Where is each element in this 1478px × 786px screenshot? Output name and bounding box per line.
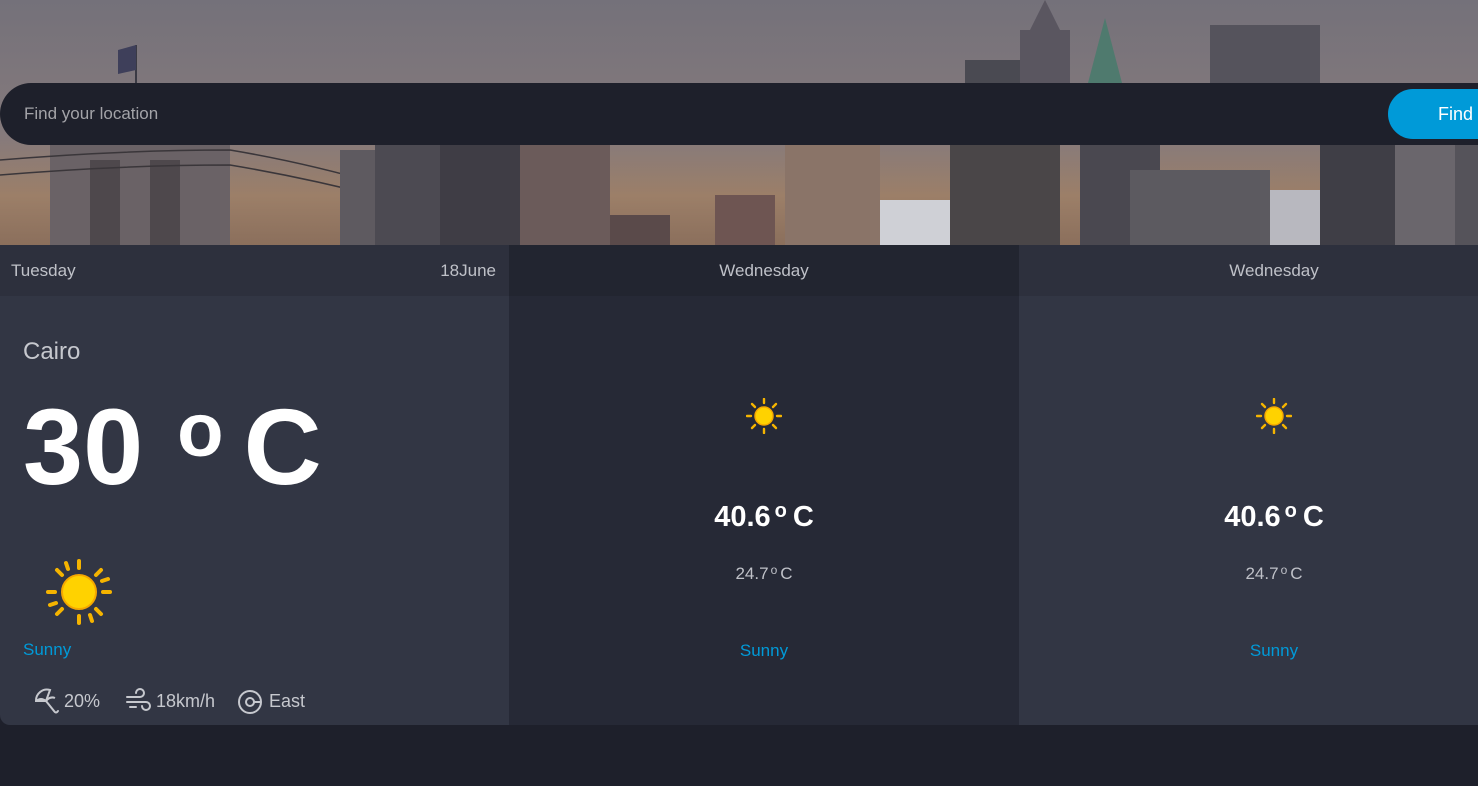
current-temperature: 30 o C — [23, 393, 322, 501]
current-temp-degree: o — [177, 388, 224, 473]
forecast-card: Wednesday 40.6 o C 24.7 o C Sunny — [1019, 245, 1478, 725]
min-temp-value: 24.7 — [1245, 564, 1279, 583]
forecast-max-temp: 40.6 o C — [1019, 500, 1478, 534]
current-temp-unit: C — [243, 386, 322, 507]
today-date: 18June — [440, 261, 496, 280]
min-temp-unit: C — [780, 564, 793, 583]
today-card: Tuesday 18June Cairo 30 o C Sunny 20% 18… — [0, 245, 509, 725]
forecast-day: Wednesday — [1229, 261, 1319, 280]
today-card-header: Tuesday 18June — [0, 245, 509, 296]
current-temp-value: 30 — [23, 386, 144, 507]
wind-speed-value: 18km/h — [156, 691, 216, 711]
umbrella-icon — [34, 688, 59, 714]
forecast-card: Wednesday 40.6 o C 24.7 o C Sunny — [509, 245, 1019, 725]
forecast-min-temp: 24.7 o C — [509, 563, 1019, 584]
today-day: Tuesday — [11, 261, 76, 280]
today-condition: Sunny — [23, 640, 72, 659]
sun-icon — [1256, 398, 1292, 434]
sun-icon — [46, 559, 112, 625]
search-bar: Find — [0, 83, 1478, 145]
max-temp-unit: C — [792, 501, 814, 533]
find-button[interactable]: Find — [1388, 89, 1478, 139]
max-temp-degree: o — [774, 500, 787, 522]
forecast-min-temp: 24.7 o C — [1019, 563, 1478, 584]
forecast-condition: Sunny — [739, 641, 789, 660]
min-temp-unit: C — [1290, 564, 1303, 583]
max-temp-unit: C — [1302, 501, 1324, 533]
wind-icon — [126, 688, 151, 711]
max-temp-value: 40.6 — [1224, 501, 1281, 533]
forecast-condition: Sunny — [1249, 641, 1299, 660]
wind-direction-value: East — [269, 691, 306, 711]
rain-value: 20% — [64, 691, 101, 711]
compass-icon — [238, 690, 262, 714]
forecast-card-header: Wednesday — [509, 245, 1019, 296]
forecast-day: Wednesday — [719, 261, 809, 280]
city-name: Cairo — [23, 338, 81, 365]
forecast-card-header: Wednesday — [1019, 245, 1478, 296]
forecast-section: Tuesday 18June Cairo 30 o C Sunny 20% 18… — [0, 245, 1478, 725]
search-input[interactable] — [24, 83, 1364, 145]
min-temp-degree: o — [1280, 563, 1288, 577]
min-temp-value: 24.7 — [735, 564, 769, 583]
max-temp-value: 40.6 — [714, 501, 771, 533]
forecast-max-temp: 40.6 o C — [509, 500, 1019, 534]
min-temp-degree: o — [770, 563, 778, 577]
max-temp-degree: o — [1284, 500, 1297, 522]
sun-icon — [746, 398, 782, 434]
